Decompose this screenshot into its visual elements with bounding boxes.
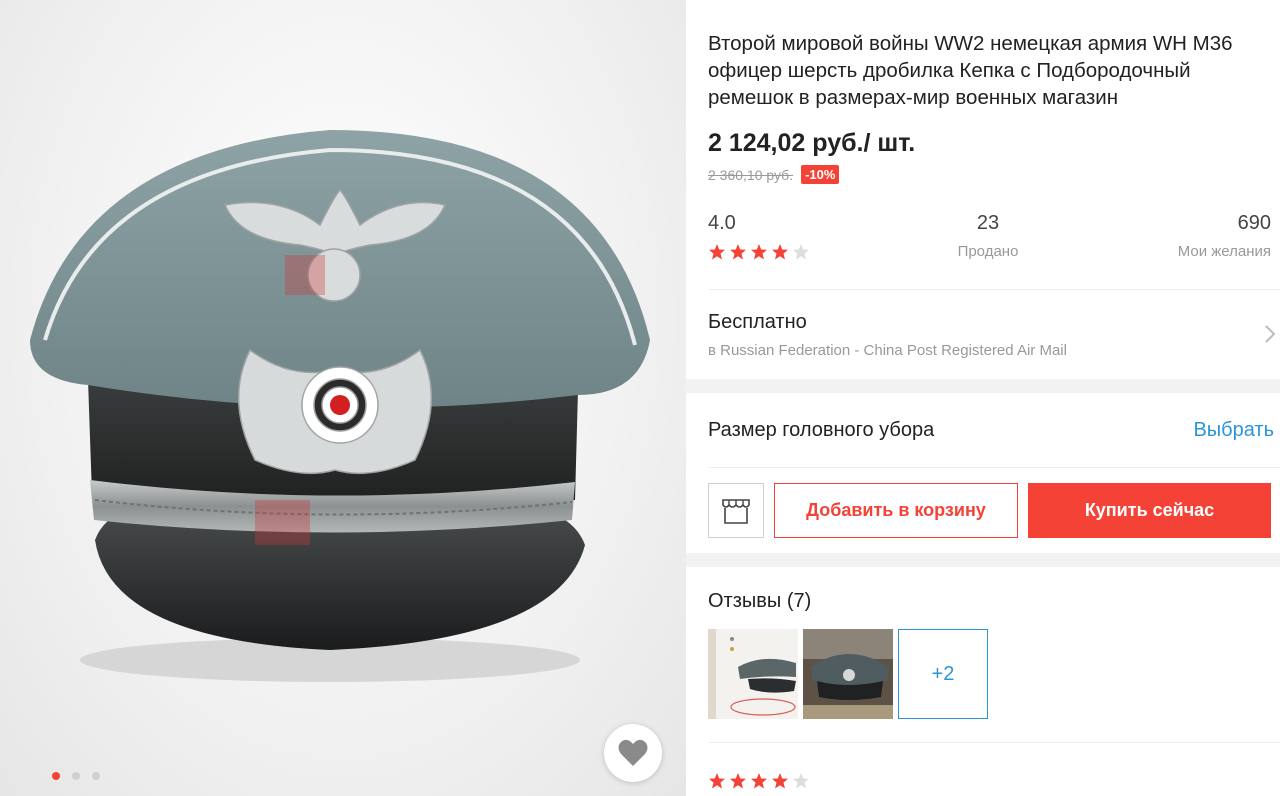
- star-filled-icon: [772, 244, 788, 260]
- rating-stars: [708, 243, 810, 261]
- review-photos: +2: [708, 629, 988, 719]
- divider: [708, 467, 1280, 468]
- wishlist-label: Мои желания: [1177, 243, 1271, 260]
- more-review-photos-button[interactable]: +2: [898, 629, 988, 719]
- purchase-actions: Добавить в корзину Купить сейчас: [686, 482, 1280, 540]
- favorite-button[interactable]: [604, 724, 662, 782]
- wishlist-count: 690: [1237, 212, 1271, 234]
- size-label: Размер головного убора: [708, 419, 935, 441]
- star-empty-icon: [793, 773, 809, 789]
- star-filled-icon: [709, 244, 725, 260]
- star-empty-icon: [793, 244, 809, 260]
- gallery-dot-active[interactable]: [52, 772, 60, 780]
- star-filled-icon: [772, 773, 788, 789]
- product-stats: 4.0 23 Продано 690 Мои желания: [708, 212, 1271, 272]
- size-selector-row[interactable]: Размер головного убора Выбрать: [686, 393, 1280, 467]
- shipping-subtitle: в Russian Federation - China Post Regist…: [708, 342, 1067, 359]
- product-price: 2 124,02 руб./ шт.: [708, 129, 916, 157]
- star-filled-icon: [709, 773, 725, 789]
- product-gallery[interactable]: [0, 0, 686, 796]
- rating-value: 4.0: [708, 212, 736, 234]
- product-image: [30, 130, 650, 682]
- old-price-row: 2 360,10 руб. -10%: [708, 165, 840, 184]
- size-select-link[interactable]: Выбрать: [1193, 419, 1274, 442]
- star-filled-icon: [751, 773, 767, 789]
- star-filled-icon: [730, 773, 746, 789]
- shipping-row[interactable]: Бесплатно в Russian Federation - China P…: [686, 290, 1280, 378]
- star-filled-icon: [751, 244, 767, 260]
- gallery-dot[interactable]: [92, 772, 100, 780]
- store-awning-icon: [722, 498, 750, 524]
- discount-badge: -10%: [801, 165, 840, 184]
- buy-now-button[interactable]: Купить сейчас: [1028, 483, 1271, 538]
- gallery-dot[interactable]: [72, 772, 80, 780]
- star-filled-icon: [730, 244, 746, 260]
- product-info-panel: Второй мировой войны WW2 немецкая армия …: [686, 0, 1280, 796]
- section-divider: [686, 553, 1280, 567]
- divider: [708, 742, 1280, 743]
- wishlist-stat[interactable]: 690 Мои желания: [1178, 212, 1271, 260]
- review-photo[interactable]: [803, 629, 893, 719]
- section-divider: [686, 379, 1280, 393]
- rating-stat[interactable]: 4.0: [708, 212, 810, 261]
- gallery-pagination: [52, 772, 100, 780]
- reviews-title[interactable]: Отзывы (7): [708, 590, 811, 613]
- sold-label: Продано: [957, 243, 1019, 260]
- review-photo[interactable]: [708, 629, 798, 719]
- shipping-title: Бесплатно: [708, 311, 807, 333]
- review-stars: [708, 772, 810, 790]
- heart-icon: [618, 739, 648, 766]
- sold-count: 23: [976, 212, 1000, 234]
- store-button[interactable]: [708, 483, 764, 538]
- product-title: Второй мировой войны WW2 немецкая армия …: [708, 32, 1233, 109]
- add-to-cart-button[interactable]: Добавить в корзину: [774, 483, 1018, 538]
- review-photo-image: [708, 629, 798, 719]
- old-price: 2 360,10 руб.: [708, 166, 794, 183]
- sold-stat: 23 Продано: [908, 212, 1068, 260]
- review-photo-image: [803, 629, 893, 719]
- chevron-right-icon: [1265, 325, 1276, 343]
